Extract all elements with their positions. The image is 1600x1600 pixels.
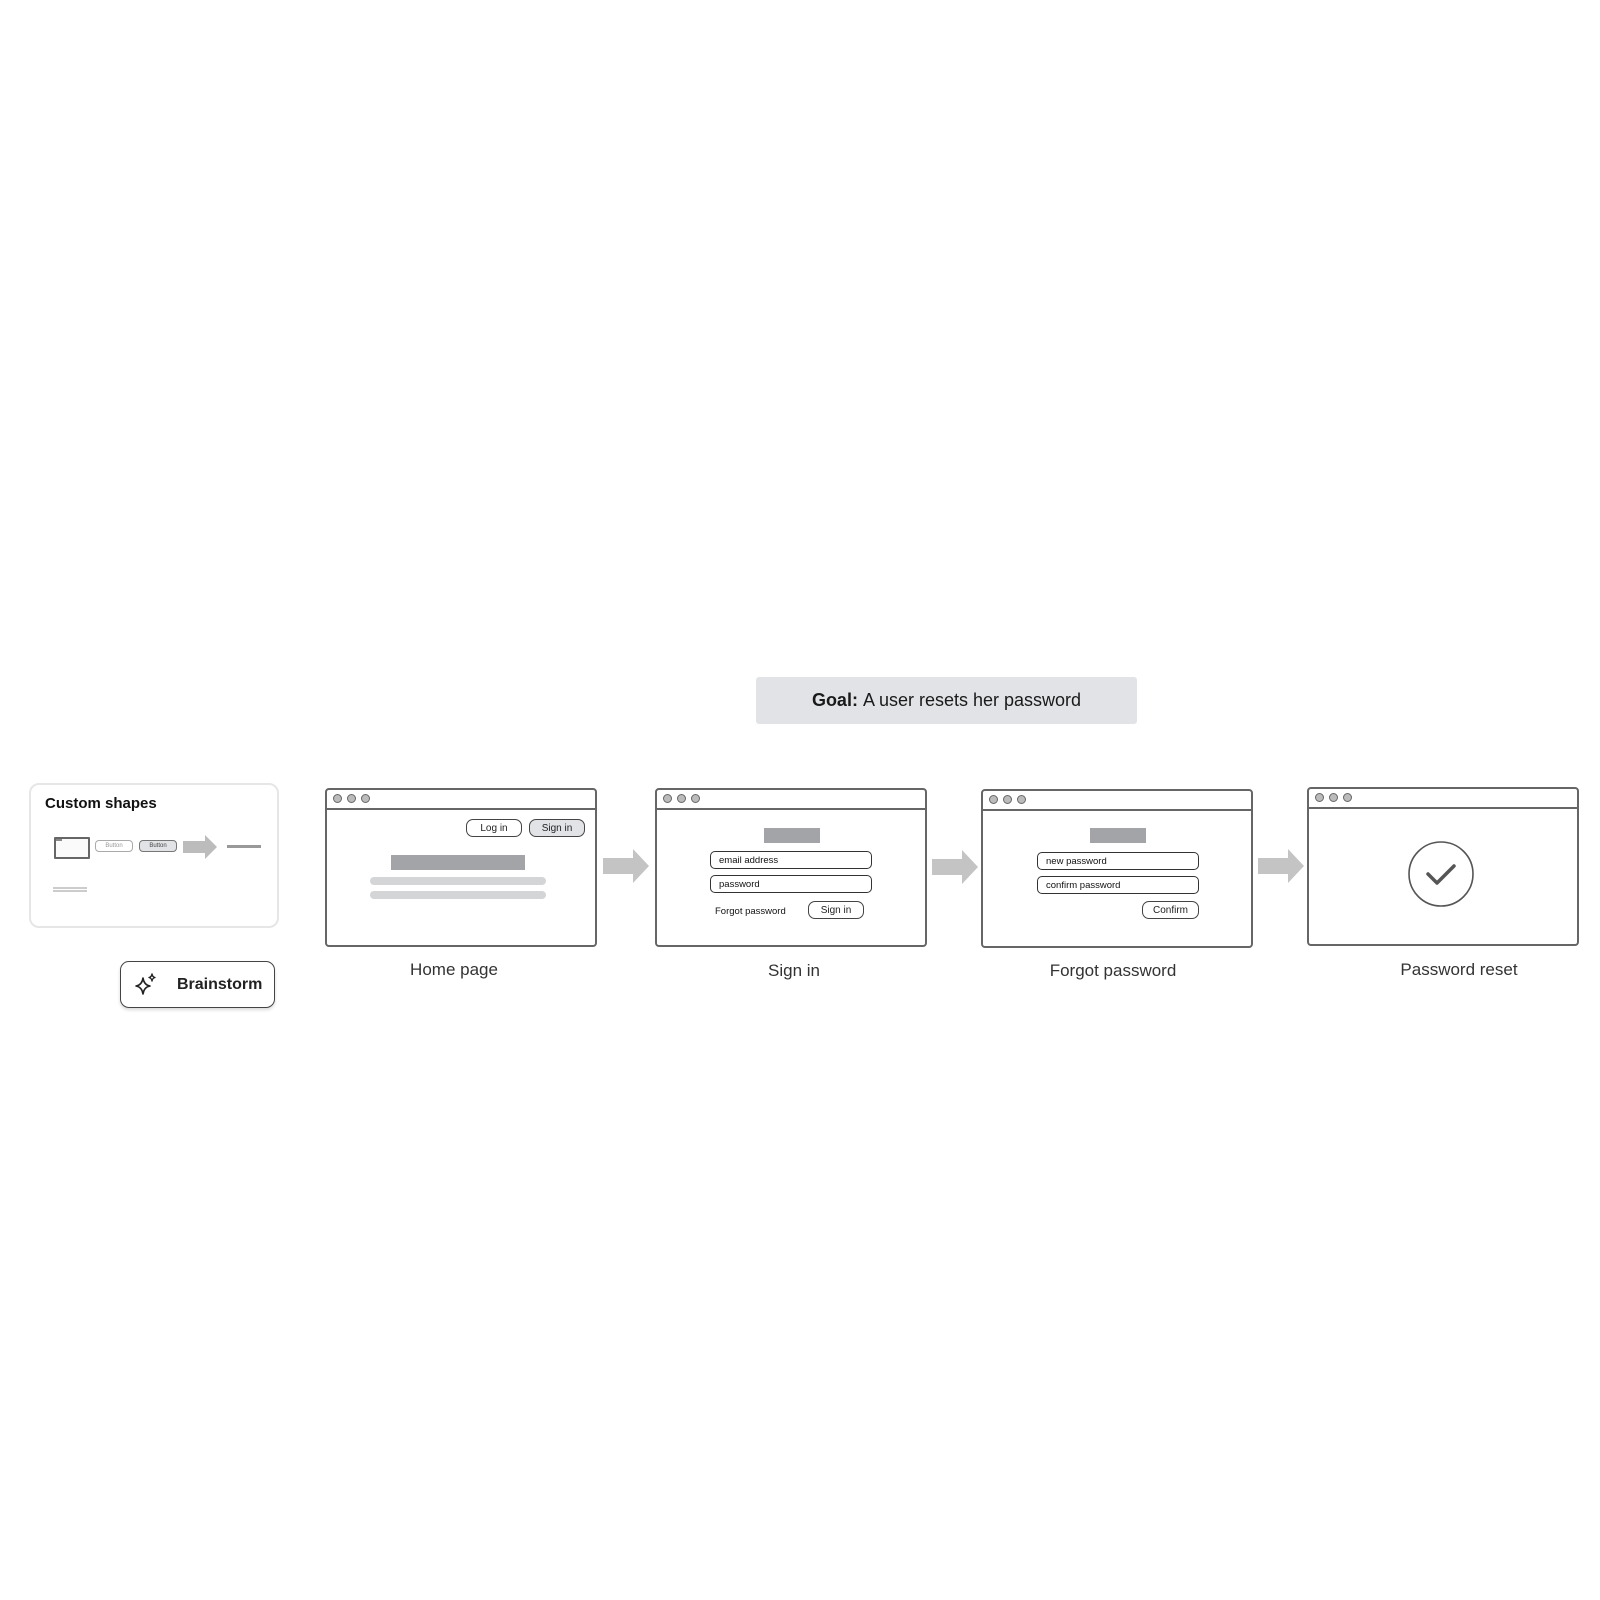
confirm-password-field[interactable]: confirm password bbox=[1037, 876, 1199, 894]
window-dot-icon bbox=[1343, 793, 1352, 802]
line-shape[interactable] bbox=[227, 845, 261, 848]
window-dot-icon bbox=[1329, 793, 1338, 802]
window-dot-icon bbox=[663, 794, 672, 803]
window-title-bar bbox=[657, 790, 925, 810]
text-line-placeholder bbox=[370, 891, 546, 899]
outline-button-shape[interactable]: Button bbox=[95, 840, 133, 852]
goal-label: Goal: bbox=[811, 690, 858, 710]
arrow-shape[interactable] bbox=[183, 835, 219, 859]
window-dot-icon bbox=[1315, 793, 1324, 802]
brainstorm-label: Brainstorm bbox=[177, 975, 263, 993]
forgot-password-link[interactable]: Forgot password bbox=[715, 906, 786, 917]
password-reset-caption: Password reset bbox=[1400, 960, 1518, 979]
sign-in-button[interactable]: Sign in bbox=[529, 819, 585, 837]
confirm-button[interactable]: Confirm bbox=[1142, 901, 1199, 919]
checkmark-circle-icon bbox=[1408, 841, 1474, 907]
heading-placeholder bbox=[391, 855, 525, 870]
window-dot-icon bbox=[989, 795, 998, 804]
sparkle-icon bbox=[135, 972, 156, 995]
text-line-placeholder bbox=[370, 877, 546, 885]
flow-arrow-icon bbox=[1258, 849, 1304, 883]
goal-text: A user resets her password bbox=[862, 690, 1082, 710]
filled-button-shape[interactable]: Button bbox=[139, 840, 177, 852]
password-field[interactable]: password bbox=[710, 875, 872, 893]
logo-placeholder bbox=[1090, 828, 1146, 843]
home-page-wireframe: Log in Sign in bbox=[325, 788, 597, 947]
logo-placeholder bbox=[764, 828, 820, 843]
custom-shapes-panel: Custom shapes Button Button bbox=[29, 783, 279, 928]
flow-arrow-icon bbox=[932, 850, 978, 884]
brainstorm-button[interactable]: Brainstorm bbox=[120, 961, 275, 1008]
password-reset-wireframe bbox=[1307, 787, 1579, 946]
window-dot-icon bbox=[361, 794, 370, 803]
flow-arrow-icon bbox=[603, 849, 649, 883]
sign-in-caption: Sign in bbox=[768, 961, 820, 980]
sign-in-wireframe: email address password Forgot password S… bbox=[655, 788, 927, 947]
sign-in-submit-button[interactable]: Sign in bbox=[808, 901, 864, 919]
window-title-bar bbox=[1309, 789, 1577, 809]
window-dot-icon bbox=[1017, 795, 1026, 804]
window-dot-icon bbox=[691, 794, 700, 803]
custom-shapes-title: Custom shapes bbox=[45, 795, 157, 812]
forgot-password-caption: Forgot password bbox=[1049, 961, 1177, 980]
home-page-caption: Home page bbox=[410, 960, 498, 979]
new-password-field[interactable]: new password bbox=[1037, 852, 1199, 870]
double-line-shape[interactable] bbox=[53, 887, 87, 892]
window-dot-icon bbox=[1003, 795, 1012, 804]
forgot-password-wireframe: new password confirm password Confirm bbox=[981, 789, 1253, 948]
window-dot-icon bbox=[333, 794, 342, 803]
log-in-button[interactable]: Log in bbox=[466, 819, 522, 837]
window-title-bar bbox=[327, 790, 595, 810]
window-shape[interactable] bbox=[54, 837, 90, 859]
email-field[interactable]: email address bbox=[710, 851, 872, 869]
goal-banner: Goal: A user resets her password bbox=[756, 677, 1137, 724]
window-dot-icon bbox=[677, 794, 686, 803]
window-dot-icon bbox=[347, 794, 356, 803]
window-title-bar bbox=[983, 791, 1251, 811]
